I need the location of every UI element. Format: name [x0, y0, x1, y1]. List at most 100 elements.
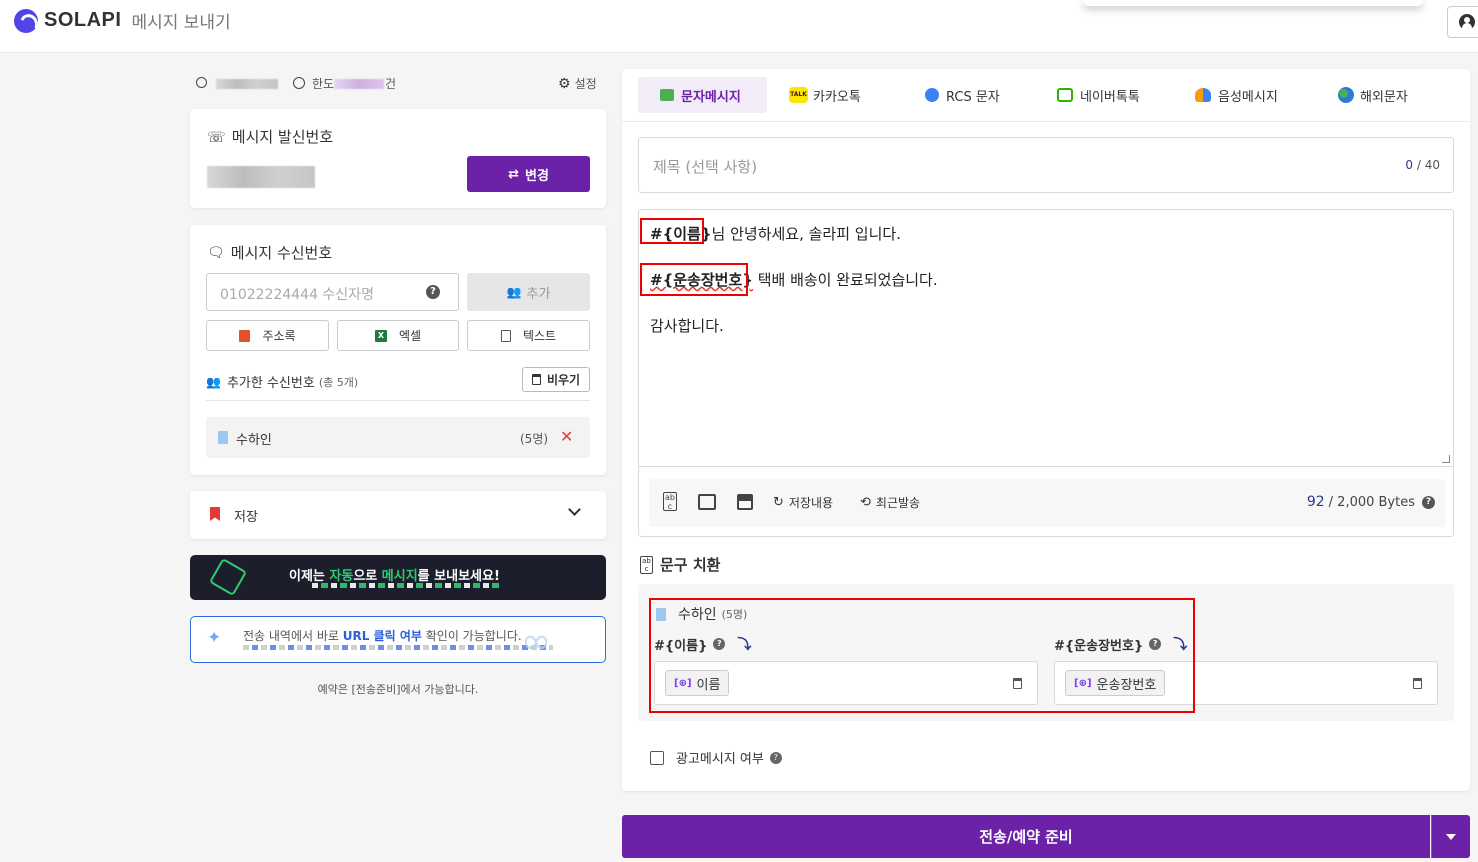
substitution-title-text: 문구 치환 [660, 556, 721, 574]
group-name: 수하인 [236, 433, 272, 448]
recent-sent-label: 최근발송 [875, 496, 921, 510]
help-icon[interactable]: ? [769, 751, 782, 764]
send-prepare-button[interactable]: 전송/예약 준비 [622, 815, 1430, 858]
tab-divider [622, 121, 1470, 122]
settings-label: 설정 [574, 77, 597, 91]
document-icon [500, 329, 511, 342]
url-banner-text: 전송 내역에서 바로 URL 클릭 여부 확인이 가능합니다. [243, 627, 522, 644]
tab-voice-label: 음성메시지 [1218, 89, 1278, 105]
text-file-button[interactable]: 텍스트 [467, 320, 590, 351]
address-book-label: 주소록 [262, 329, 296, 343]
speed-icon [293, 77, 305, 89]
saved-content-button[interactable]: ↻ 저장내용 [773, 494, 833, 511]
subject-placeholder: 제목 (선택 사항) [653, 158, 758, 176]
line2-text: 택배 배송이 완료되었습니다. [752, 271, 938, 289]
message-line-3: 감사합니다. [650, 317, 724, 335]
people-icon: 👥 [206, 374, 221, 389]
dropdown-shadow [1083, 0, 1423, 6]
trash-icon[interactable] [1413, 678, 1422, 689]
add-recipient-button[interactable]: 👥 추가 [467, 273, 590, 311]
url-click-banner[interactable]: ✦ 전송 내역에서 바로 URL 클릭 여부 확인이 가능합니다. ∞ [190, 616, 606, 663]
ad-message-checkbox-row[interactable]: 광고메시지 여부 ? [650, 748, 782, 767]
address-book-button[interactable]: 주소록 [206, 320, 329, 351]
account-stats: 한도 건 ⚙ 설정 [196, 74, 606, 94]
tab-naver-label: 네이버톡톡 [1080, 89, 1140, 105]
highlight-tracking-variable [640, 263, 748, 296]
save-icon[interactable] [737, 494, 753, 510]
tab-international[interactable]: 해외문자 [1316, 77, 1442, 113]
byte-counter: 92 / 2,000 Bytes ? [1307, 494, 1435, 510]
tab-kakao-label: 카카오톡 [813, 89, 861, 105]
chevron-down-icon [568, 503, 581, 516]
substitution-title: ab c 문구 치환 [640, 554, 720, 575]
highlight-name-variable [640, 218, 704, 244]
gear-icon: ⚙ [558, 75, 571, 92]
history-icon: ⟲ [860, 495, 871, 510]
help-icon[interactable]: ? [426, 285, 440, 299]
reservation-note: 예약은 [전송준비]에서 가능합니다. [317, 683, 479, 696]
recipient-card: 🗨 메시지 수신번호 01022224444 수신자명 ? 👥 추가 주소록 X… [190, 225, 606, 475]
logo[interactable]: SOLAPI 메시지 보내기 [14, 8, 231, 33]
message-list-icon: 🗨 [207, 244, 225, 261]
group-count: (5명) [520, 432, 549, 446]
trash-icon [531, 374, 541, 385]
text-replace-icon: ab c [640, 555, 653, 574]
text-button-label: 텍스트 [522, 329, 557, 343]
blurred-sender-number [207, 166, 315, 188]
tab-naver-talktalk[interactable]: 네이버톡톡 [1035, 77, 1173, 113]
tab-sms[interactable]: 문자메시지 [638, 77, 767, 113]
message-type-tabs: 문자메시지 TALK 카카오톡 RCS 문자 네이버톡톡 음성메시지 해외문자 [638, 77, 1442, 113]
page-title: 메시지 보내기 [131, 13, 231, 33]
add-user-icon: 👥 [506, 285, 522, 299]
message-textarea[interactable]: #{이름}님 안녕하세요, 솔라피 입니다. #{운송장번호} 택배 배송이 완… [638, 209, 1454, 467]
send-options-dropdown[interactable] [1431, 815, 1470, 858]
change-sender-button[interactable]: ⇄ 변경 [467, 156, 590, 192]
recipient-input[interactable]: 01022224444 수신자명 ? [206, 273, 459, 311]
ad-checkbox-label: 광고메시지 여부 [676, 752, 764, 767]
address-book-icon [239, 329, 251, 342]
resize-handle-icon[interactable] [1442, 455, 1450, 463]
text-replace-icon[interactable]: ab c [663, 492, 677, 511]
clear-recipients-button[interactable]: 비우기 [522, 367, 590, 392]
add-image-icon[interactable] [698, 494, 716, 510]
group-file-icon [218, 431, 228, 444]
settings-link[interactable]: ⚙ 설정 [558, 75, 597, 92]
clear-button-label: 비우기 [546, 373, 581, 387]
sparkle-icon: ✦ [207, 628, 222, 648]
sender-title: ☏ 메시지 발신번호 [207, 126, 333, 147]
storage-card[interactable]: 저장 [190, 491, 606, 539]
recipient-input-placeholder: 01022224444 수신자명 [220, 287, 374, 303]
auto-banner-text: 이제는 자동으로 메시지를 보내보세요! [289, 565, 500, 584]
excel-button[interactable]: X 엑셀 [337, 320, 459, 351]
balance-icon [196, 77, 207, 88]
tab-international-label: 해외문자 [1360, 89, 1408, 105]
solapi-logo-icon [14, 8, 38, 33]
url-banner-next-line [243, 645, 553, 650]
sender-title-text: 메시지 발신번호 [231, 128, 334, 146]
recent-sent-button[interactable]: ⟲ 최근발송 [860, 494, 920, 511]
line1-text: 님 안녕하세요, 솔라피 입니다. [711, 225, 901, 243]
subject-input[interactable]: 제목 (선택 사항) 0 / 40 [638, 137, 1454, 193]
user-account-button[interactable] [1447, 6, 1478, 38]
help-icon[interactable]: ? [1422, 495, 1435, 509]
bytes-max: / 2,000 Bytes [1328, 494, 1415, 510]
remove-group-icon[interactable]: ✕ [560, 427, 573, 446]
tab-kakaotalk[interactable]: TALK 카카오톡 [767, 77, 903, 113]
cube-icon [208, 557, 248, 597]
top-header: SOLAPI 메시지 보내기 [0, 0, 1478, 53]
added-recipients-label: 👥 추가한 수신번호 (총 5개) [206, 372, 358, 392]
auto-message-banner[interactable]: 이제는 자동으로 메시지를 보내보세요! [190, 555, 606, 600]
divider [206, 400, 590, 401]
tab-voice-message[interactable]: 음성메시지 [1173, 77, 1316, 113]
tab-rcs[interactable]: RCS 문자 [903, 77, 1035, 113]
blurred-balance [216, 79, 278, 89]
subject-counter: 0 / 40 [1405, 158, 1440, 172]
change-button-label: 변경 [524, 168, 549, 184]
bookmark-icon [210, 507, 220, 521]
message-icon [660, 89, 674, 101]
sender-card: ☏ 메시지 발신번호 ⇄ 변경 [190, 109, 606, 208]
ad-checkbox[interactable] [650, 750, 664, 765]
auto-text-part: 를 보내보세요! [417, 569, 500, 584]
voice-icon [1195, 88, 1211, 102]
recipient-group-item[interactable]: 수하인 (5명) ✕ [206, 417, 590, 458]
